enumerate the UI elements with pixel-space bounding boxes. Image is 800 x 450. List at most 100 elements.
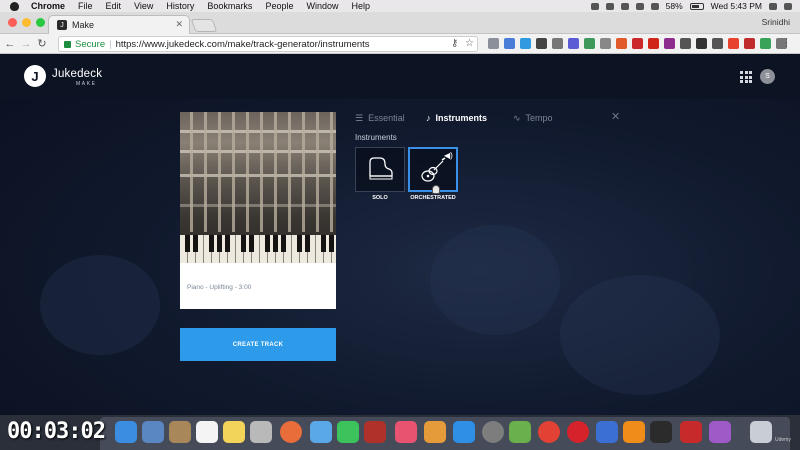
menu-chrome[interactable]: Chrome <box>31 1 65 11</box>
browser-tab[interactable]: J Make ✕ <box>48 15 190 34</box>
tab-tempo[interactable]: ∿ Tempo <box>513 112 553 124</box>
extension-icon[interactable] <box>504 38 515 49</box>
extension-icon[interactable] <box>584 38 595 49</box>
app-icon[interactable] <box>509 421 531 443</box>
back-icon[interactable]: ← <box>4 38 16 50</box>
status-icon[interactable] <box>590 2 599 10</box>
trash-icon[interactable] <box>750 421 772 443</box>
option-label-solo: SOLO <box>372 195 388 201</box>
status-icon[interactable] <box>605 2 614 10</box>
zoom-window-icon[interactable] <box>36 18 45 27</box>
close-icon[interactable]: ✕ <box>611 110 620 123</box>
guitar-icon: ♪ <box>426 113 431 123</box>
pulse-icon: ∿ <box>513 112 521 123</box>
menu-help[interactable]: Help <box>351 1 370 11</box>
ibooks-icon[interactable] <box>424 421 446 443</box>
logo-subtitle: MAKE <box>76 81 97 87</box>
search-icon[interactable] <box>769 2 777 10</box>
menu-window[interactable]: Window <box>306 1 338 11</box>
extension-icon[interactable] <box>728 38 739 49</box>
jukedeck-favicon-icon: J <box>57 20 67 30</box>
extension-icon[interactable] <box>520 38 531 49</box>
address-bar[interactable]: Secure | https://www.jukedeck.com/make/t… <box>58 36 478 52</box>
app-store-icon[interactable] <box>453 421 475 443</box>
photobooth-icon[interactable] <box>364 421 386 443</box>
menu-people[interactable]: People <box>265 1 293 11</box>
apple-icon[interactable] <box>10 1 19 11</box>
track-caption: Piano - Uplifting - 3:00 <box>187 284 252 291</box>
menu-file[interactable]: File <box>78 1 93 11</box>
extension-icon[interactable] <box>664 38 675 49</box>
minimize-window-icon[interactable] <box>22 18 31 27</box>
preview-icon[interactable] <box>142 421 164 443</box>
keynote-icon[interactable] <box>596 421 618 443</box>
nx-icon[interactable] <box>650 421 672 443</box>
extension-icon[interactable] <box>552 38 563 49</box>
battery-percent[interactable]: 58% <box>666 1 683 11</box>
vlc-icon[interactable] <box>623 421 645 443</box>
browser-tab-strip: J Make ✕ Srinidhi <box>0 12 800 34</box>
bookmark-star-icon[interactable]: ☆ <box>465 38 474 49</box>
wifi-icon[interactable] <box>635 2 644 10</box>
track-card <box>180 112 336 309</box>
status-icon[interactable] <box>620 2 629 10</box>
chrome-menu-icon[interactable]: ⋮ <box>781 36 792 49</box>
menu-history[interactable]: History <box>166 1 194 11</box>
system-preferences-icon[interactable] <box>482 421 504 443</box>
menu-view[interactable]: View <box>134 1 153 11</box>
extension-icon[interactable] <box>632 38 643 49</box>
app-icon[interactable] <box>709 421 731 443</box>
acrobat-icon[interactable] <box>680 421 702 443</box>
extension-icon[interactable] <box>600 38 611 49</box>
facetime-icon[interactable] <box>337 421 359 443</box>
extension-icon[interactable] <box>616 38 627 49</box>
tab-label: Tempo <box>525 113 553 123</box>
reminders-icon[interactable] <box>250 421 272 443</box>
volume-icon[interactable] <box>650 2 659 10</box>
extension-icon[interactable] <box>568 38 579 49</box>
option-label-orchestrated: ORCHESTRATED <box>410 195 456 201</box>
extension-icon[interactable] <box>744 38 755 49</box>
jukedeck-logo-icon[interactable]: J <box>24 65 46 87</box>
lock-icon <box>64 40 71 48</box>
background-decoration <box>40 255 160 355</box>
opera-icon[interactable] <box>567 421 589 443</box>
reload-icon[interactable]: ↻ <box>36 37 48 50</box>
notification-center-icon[interactable] <box>784 2 792 10</box>
user-avatar[interactable]: S <box>760 69 775 84</box>
logo-text[interactable]: Jukedeck <box>52 68 102 80</box>
extension-icon[interactable] <box>696 38 707 49</box>
itunes-icon[interactable] <box>395 421 417 443</box>
extension-icon[interactable] <box>712 38 723 49</box>
clock[interactable]: Wed 5:43 PM <box>711 1 762 11</box>
option-solo[interactable] <box>355 147 405 192</box>
contacts-icon[interactable] <box>169 421 191 443</box>
extension-icon[interactable] <box>760 38 771 49</box>
close-tab-icon[interactable]: ✕ <box>175 19 183 30</box>
menu-edit[interactable]: Edit <box>106 1 122 11</box>
extension-icon[interactable] <box>648 38 659 49</box>
profile-name[interactable]: Srinidhi <box>762 17 790 27</box>
messages-icon[interactable] <box>310 421 332 443</box>
battery-icon[interactable] <box>689 2 704 10</box>
create-track-button[interactable]: CREATE TRACK <box>180 328 336 361</box>
forward-icon[interactable]: → <box>20 38 32 50</box>
tab-instruments[interactable]: ♪ Instruments <box>426 112 487 124</box>
notes-icon[interactable] <box>223 421 245 443</box>
video-timestamp: 00:03:02 <box>7 419 106 444</box>
key-icon[interactable]: ⚷ <box>451 38 458 49</box>
piano-photo <box>180 112 336 263</box>
safari-icon[interactable] <box>115 421 137 443</box>
calendar-icon[interactable] <box>196 421 218 443</box>
extension-icon[interactable] <box>488 38 499 49</box>
window-controls <box>8 18 45 27</box>
extension-icon[interactable] <box>536 38 547 49</box>
close-window-icon[interactable] <box>8 18 17 27</box>
tab-essential[interactable]: ☰ Essential <box>355 112 405 124</box>
apps-grid-icon[interactable] <box>740 71 752 83</box>
new-tab-button[interactable] <box>190 19 218 32</box>
extension-icon[interactable] <box>680 38 691 49</box>
chrome-icon[interactable] <box>538 421 560 443</box>
photos-icon[interactable] <box>280 421 302 443</box>
menu-bookmarks[interactable]: Bookmarks <box>207 1 252 11</box>
